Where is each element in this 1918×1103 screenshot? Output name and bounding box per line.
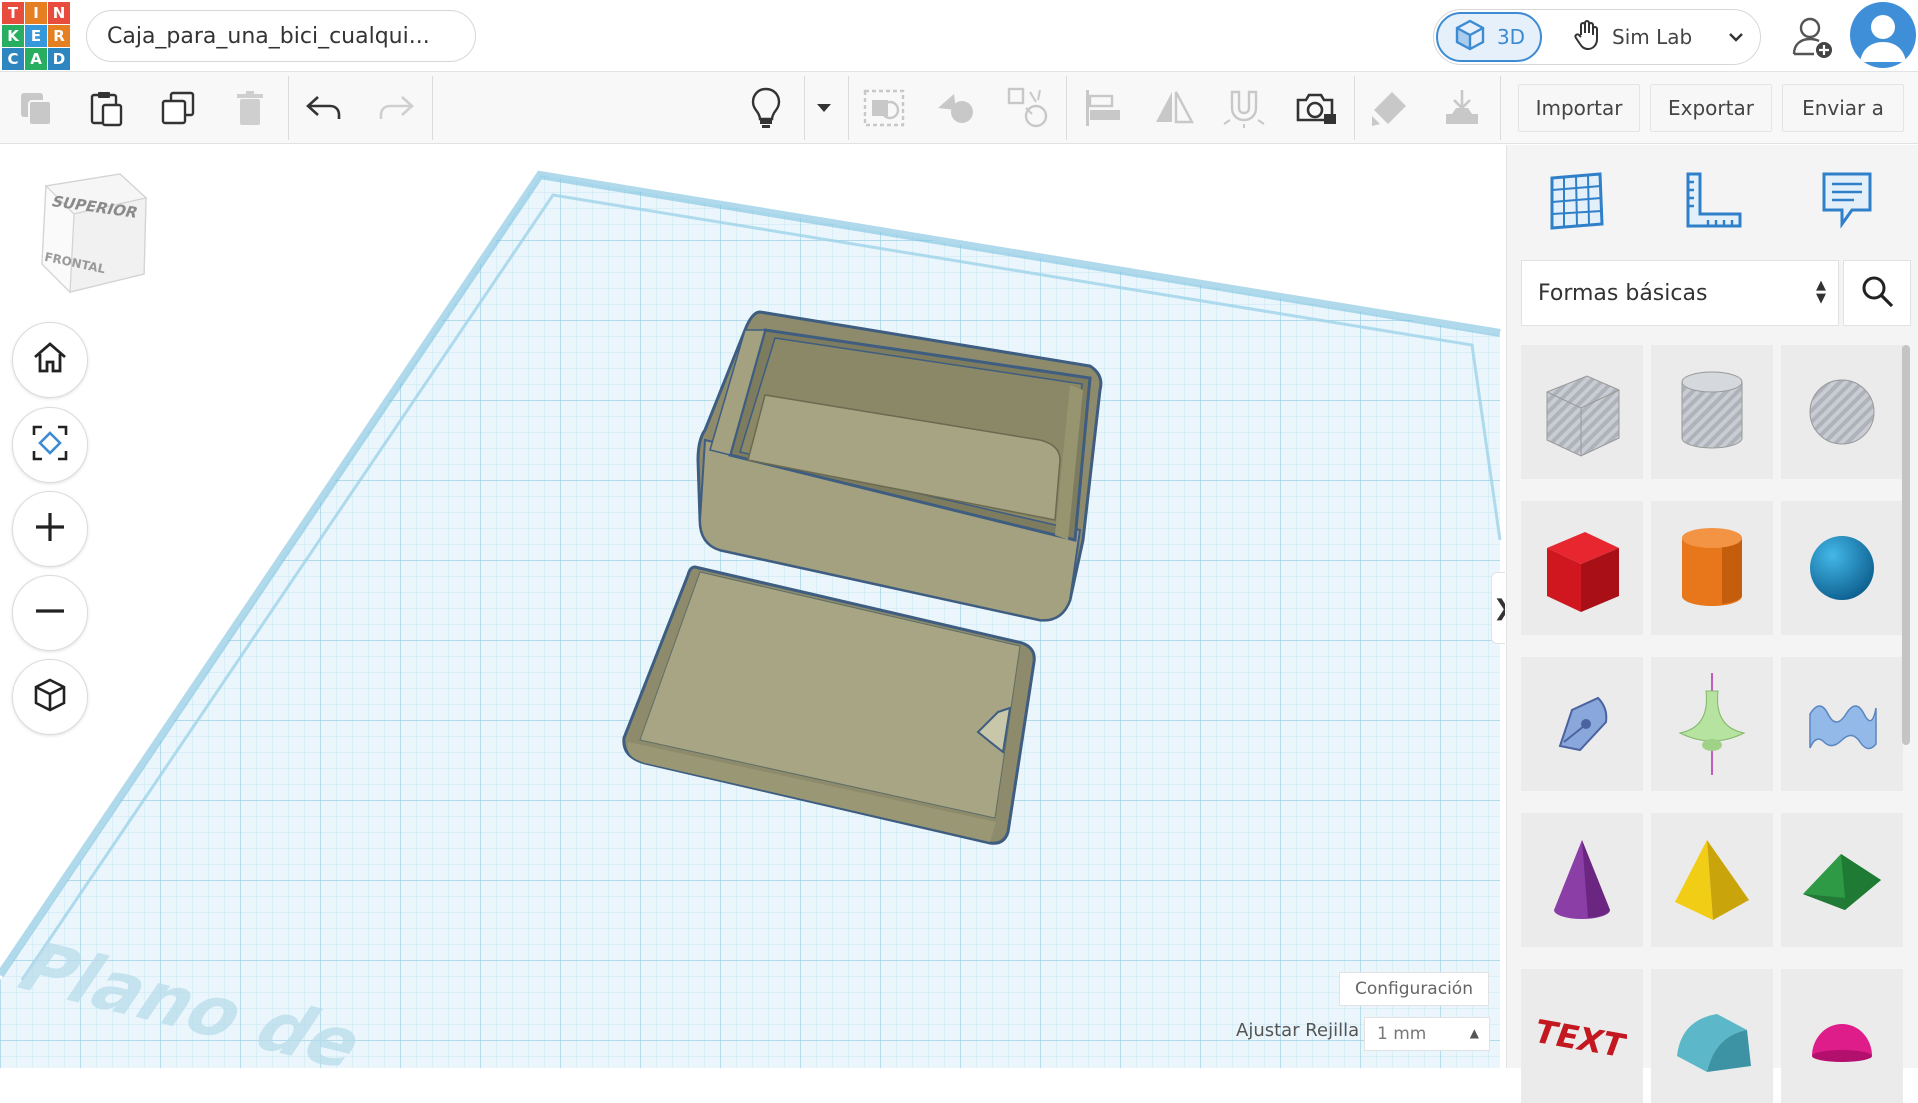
minus-icon [32, 593, 68, 633]
sim-lab-button[interactable]: Sim Lab [1572, 10, 1692, 64]
fit-view-button[interactable] [12, 407, 88, 483]
ruler-icon[interactable] [1677, 165, 1747, 235]
design-title-field[interactable]: Caja_para_una_bici_cualqui... [86, 10, 476, 62]
ungroup-icon[interactable] [934, 86, 978, 130]
paint-icon[interactable] [1368, 86, 1412, 130]
fit-icon [30, 423, 70, 467]
panel-scrollbar[interactable] [1902, 345, 1910, 745]
logo-letter: K [2, 25, 24, 47]
workplane-viewport[interactable]: Plano de SUPERIOR FRONTAL ❯ [0, 145, 1505, 1068]
settings-button[interactable]: Configuración [1339, 972, 1489, 1006]
zoom-in-button[interactable] [12, 491, 88, 567]
cube-3d-icon [1453, 18, 1487, 57]
sort-arrows-icon: ▲ ▼ [1816, 278, 1826, 306]
snap-grid-select[interactable]: 1 mm ▲ [1364, 1017, 1490, 1051]
caret-up-icon: ▲ [1469, 1026, 1479, 1040]
export-button[interactable]: Exportar [1650, 84, 1772, 132]
edit-toolbar: Importar Exportar Enviar a [0, 72, 1918, 144]
logo-letter: A [25, 48, 47, 70]
search-icon [1859, 273, 1895, 313]
shape-half-sphere[interactable] [1781, 969, 1903, 1103]
mirror-icon[interactable] [1152, 86, 1196, 130]
avatar[interactable] [1850, 2, 1916, 68]
design-title: Caja_para_una_bici_cualqui... [107, 23, 430, 49]
ruler-camera-icon[interactable] [1294, 86, 1338, 130]
plus-icon [32, 509, 68, 549]
shape-text[interactable]: TEXT [1521, 969, 1643, 1103]
lightbulb-icon[interactable] [744, 86, 788, 130]
shape-box[interactable] [1521, 501, 1643, 635]
shape-scribble[interactable] [1521, 657, 1643, 791]
logo-letter: N [48, 2, 70, 24]
shape-wave[interactable] [1781, 657, 1903, 791]
undo-icon[interactable] [302, 86, 346, 130]
view-cube[interactable]: SUPERIOR FRONTAL [30, 168, 150, 302]
send-to-button[interactable]: Enviar a [1782, 84, 1904, 132]
shape-category-select[interactable]: Formas básicas ▲ ▼ [1521, 260, 1839, 326]
shape-cylinder-hole[interactable] [1651, 345, 1773, 479]
add-user-icon[interactable] [1788, 12, 1838, 62]
cube-icon [31, 676, 69, 718]
magnet-icon[interactable] [1222, 86, 1266, 130]
workplane-canvas[interactable] [0, 145, 1505, 1068]
group-icon[interactable] [862, 86, 906, 130]
dropdown-caret-icon[interactable] [804, 86, 844, 130]
mode-switcher: 3D Sim Lab [1433, 9, 1761, 65]
redo-icon[interactable] [374, 86, 418, 130]
chevron-down-icon[interactable] [1724, 24, 1748, 52]
logo-letter: D [48, 48, 70, 70]
logo-letter: R [48, 25, 70, 47]
paste-icon[interactable] [84, 86, 128, 130]
duplicate-icon[interactable] [156, 86, 200, 130]
logo-letter: I [25, 2, 47, 24]
logo-letter: C [2, 48, 24, 70]
shape-cone[interactable] [1521, 813, 1643, 947]
shape-pyramid[interactable] [1651, 813, 1773, 947]
workplane-grid-icon[interactable] [1541, 165, 1611, 235]
shape-sphere[interactable] [1781, 501, 1903, 635]
copy-icon[interactable] [14, 86, 58, 130]
delete-icon[interactable] [228, 86, 272, 130]
top-bar: TINKERCAD Caja_para_una_bici_cualqui... … [0, 0, 1918, 72]
shape-search-button[interactable] [1843, 260, 1911, 326]
panel-collapse-tab[interactable]: ❯ [1491, 572, 1505, 644]
sim-lab-label: Sim Lab [1612, 25, 1693, 49]
snap-grid-label: Ajustar Rejilla [1236, 1020, 1360, 1041]
hole-icon[interactable] [1006, 86, 1050, 130]
tinkercad-logo[interactable]: TIN KER CAD [0, 0, 70, 70]
shape-roof[interactable] [1781, 813, 1903, 947]
perspective-button[interactable] [12, 659, 88, 735]
mode-3d-button[interactable]: 3D [1436, 12, 1542, 62]
hand-icon [1572, 19, 1602, 56]
shape-half-cylinder[interactable] [1651, 969, 1773, 1103]
shape-paraboloid[interactable] [1651, 657, 1773, 791]
svg-text:TEXT: TEXT [1537, 1013, 1627, 1065]
shape-cylinder[interactable] [1651, 501, 1773, 635]
drop-icon[interactable] [1440, 86, 1484, 130]
home-view-button[interactable] [12, 322, 88, 398]
align-icon[interactable] [1080, 86, 1124, 130]
snap-grid-value: 1 mm [1377, 1024, 1427, 1044]
logo-letter: T [2, 2, 24, 24]
zoom-out-button[interactable] [12, 575, 88, 651]
chevron-right-icon: ❯ [1493, 596, 1505, 621]
shape-category-label: Formas básicas [1538, 280, 1708, 306]
mode-3d-label: 3D [1496, 25, 1526, 49]
shape-sphere-hole[interactable] [1781, 345, 1903, 479]
shape-box-hole[interactable] [1521, 345, 1643, 479]
import-button[interactable]: Importar [1518, 84, 1640, 132]
home-icon [31, 339, 69, 381]
notes-icon[interactable] [1811, 165, 1881, 235]
shapes-panel: Formas básicas ▲ ▼ TEXT [1506, 145, 1918, 1103]
logo-letter: E [25, 25, 47, 47]
